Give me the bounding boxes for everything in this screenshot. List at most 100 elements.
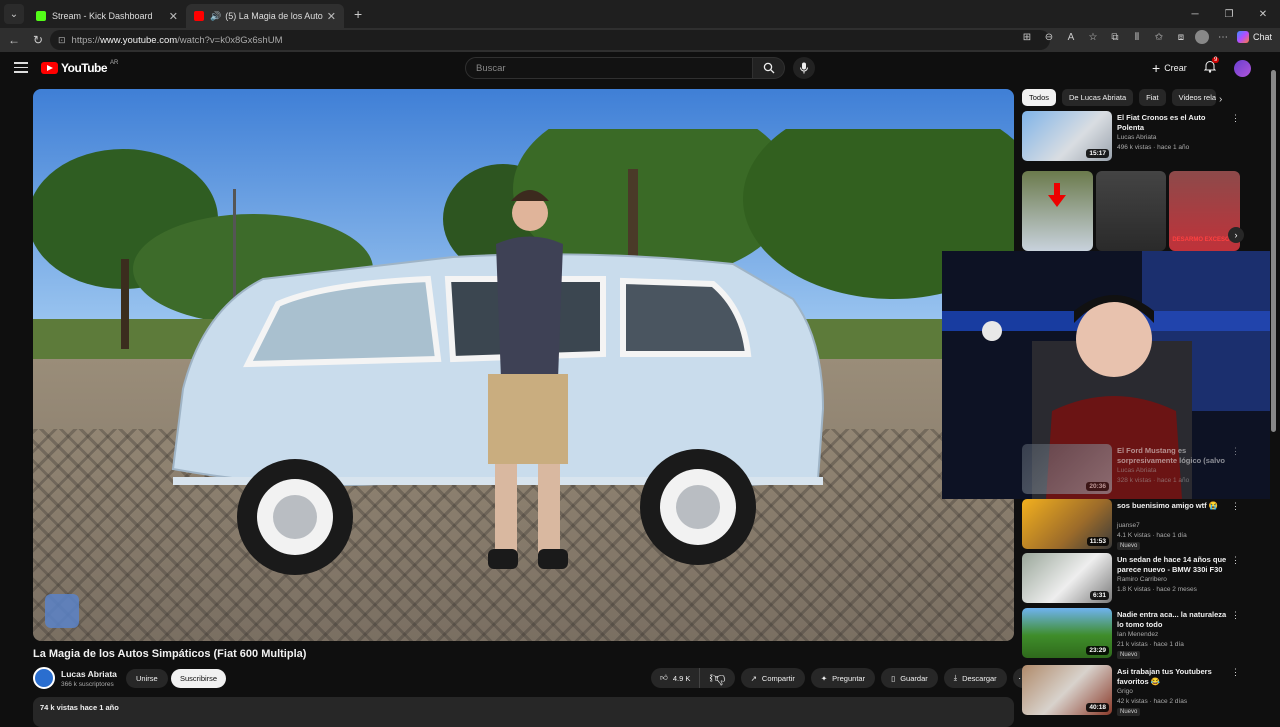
url-path: /watch?v=k0x8Gx6shUM xyxy=(177,34,283,46)
more-options-icon[interactable]: ⋯ xyxy=(1215,32,1231,43)
subscriber-count: 366 k suscriptores xyxy=(61,681,114,688)
like-button[interactable]: 👍︎ 4.9 K xyxy=(651,668,701,688)
video-thumbnail[interactable]: 15:17 xyxy=(1022,111,1112,161)
kebab-menu-icon[interactable]: ⋮ xyxy=(1231,555,1240,566)
site-info-icon[interactable]: ⊡ xyxy=(58,35,66,46)
save-button[interactable]: ▯ Guardar xyxy=(881,668,938,688)
browser-tab-youtube[interactable]: 🔊 (5) La Magia de los Autos Sim ✕ xyxy=(186,4,344,28)
list-item[interactable]: 40:18 Asi trabajan tus Youtubers favorit… xyxy=(1022,665,1244,717)
video-title: La Magia de los Autos Simpáticos (Fiat 6… xyxy=(33,648,307,660)
zoom-icon[interactable]: ⊖ xyxy=(1041,32,1057,43)
chip-from-channel[interactable]: De Lucas Abriata xyxy=(1062,89,1134,106)
short-thumbnail[interactable] xyxy=(1022,171,1093,251)
close-tab-icon[interactable]: ✕ xyxy=(169,10,178,23)
browser-tab-strip: ⌄ Stream - Kick Dashboard ✕ 🔊 (5) La Mag… xyxy=(0,0,1280,28)
channel-name[interactable]: Ramiro Carribero xyxy=(1117,576,1167,583)
new-tab-button[interactable]: + xyxy=(354,6,362,22)
create-button[interactable]: + Crear xyxy=(1152,60,1187,76)
kebab-menu-icon[interactable]: ⋮ xyxy=(1231,610,1240,621)
shorts-shelf: DESARMO EXCESO xyxy=(1022,171,1241,251)
channel-avatar[interactable] xyxy=(33,667,55,689)
video-frame xyxy=(33,89,1014,641)
video-meta: 496 k vistas · hace 1 año xyxy=(1117,144,1190,151)
video-thumbnail[interactable]: 6:31 xyxy=(1022,553,1112,603)
reload-icon[interactable]: ↻ xyxy=(26,33,50,47)
kebab-menu-icon[interactable]: ⋮ xyxy=(1231,446,1240,457)
menu-icon[interactable] xyxy=(14,62,28,76)
page-scrollbar[interactable] xyxy=(1270,56,1277,716)
browser-tab-kick[interactable]: Stream - Kick Dashboard ✕ xyxy=(28,4,186,28)
chip-fiat[interactable]: Fiat xyxy=(1139,89,1166,106)
youtube-logo[interactable]: YouTube AR xyxy=(41,60,119,75)
channel-name[interactable]: Grigo xyxy=(1117,688,1133,695)
video-thumbnail[interactable]: 11:53 xyxy=(1022,499,1112,549)
chevron-right-icon[interactable]: › xyxy=(1219,94,1222,105)
video-meta: 21 k vistas · hace 1 día xyxy=(1117,641,1184,648)
thumbs-up-icon: 👍︎ xyxy=(660,673,668,682)
view-count-date: 74 k vistas hace 1 año xyxy=(40,703,119,712)
copilot-chat-button[interactable]: Chat xyxy=(1236,31,1272,43)
channel-name[interactable]: Lucas Abriata xyxy=(1117,467,1156,474)
region-code: AR xyxy=(110,60,119,66)
chip-all[interactable]: Todos xyxy=(1022,89,1057,106)
collections-icon[interactable]: ⧈ xyxy=(1173,32,1189,43)
description-box[interactable]: 74 k vistas hace 1 año xyxy=(33,697,1014,727)
search-input[interactable]: Buscar xyxy=(465,57,753,79)
list-item[interactable]: 6:31 Un sedan de hace 14 años que parece… xyxy=(1022,553,1244,605)
scrollbar-thumb[interactable] xyxy=(1271,70,1276,432)
video-title[interactable]: Nadie entra aca... la naturaleza lo tomo… xyxy=(1117,610,1229,630)
channel-name[interactable]: Ian Menendez xyxy=(1117,631,1158,638)
kebab-menu-icon[interactable]: ⋮ xyxy=(1231,667,1240,678)
list-item[interactable]: 15:17 El Fiat Cronos es el Auto Polenta … xyxy=(1022,111,1244,163)
chip-related[interactable]: Videos rela xyxy=(1171,89,1216,106)
video-thumbnail[interactable]: 20:36 xyxy=(1022,444,1112,494)
list-item[interactable]: 23:29 Nadie entra aca... la naturaleza l… xyxy=(1022,608,1244,660)
channel-name[interactable]: Lucas Abriata xyxy=(61,669,117,679)
list-item[interactable]: 20:36 El Ford Mustang es sorpresivamente… xyxy=(1022,444,1244,496)
read-aloud-icon[interactable]: A xyxy=(1063,32,1079,43)
kebab-menu-icon[interactable]: ⋮ xyxy=(1231,501,1240,512)
video-title[interactable]: sos buenisimo amigo wtf 😭 xyxy=(1117,501,1229,511)
close-window-icon[interactable]: ✕ xyxy=(1246,0,1280,28)
tab-actions-menu-button[interactable]: ⌄ xyxy=(4,4,24,24)
list-item[interactable]: 11:53 sos buenisimo amigo wtf 😭 juanse7 … xyxy=(1022,499,1244,551)
restore-icon[interactable]: ❐ xyxy=(1212,0,1246,28)
video-title[interactable]: Asi trabajan tus Youtubers favoritos 😂 xyxy=(1117,667,1229,687)
voice-search-button[interactable] xyxy=(793,57,815,79)
search-bar: Buscar xyxy=(465,57,815,79)
notifications-button[interactable]: 9 xyxy=(1203,57,1220,78)
account-avatar[interactable] xyxy=(1234,60,1251,77)
search-button[interactable] xyxy=(753,57,785,79)
ask-button[interactable]: ✦ Preguntar xyxy=(810,668,876,688)
video-title[interactable]: El Fiat Cronos es el Auto Polenta xyxy=(1117,113,1229,133)
video-thumbnail[interactable]: 23:29 xyxy=(1022,608,1112,658)
channel-watermark[interactable] xyxy=(45,594,79,628)
video-title[interactable]: El Ford Mustang es sorpresivamente lógic… xyxy=(1117,446,1229,466)
subscribe-button[interactable]: Suscribirse xyxy=(171,669,227,688)
kebab-menu-icon[interactable]: ⋮ xyxy=(1231,113,1240,124)
browser-toolbar-icons: ⊞ ⊖ A ☆ ⧉ ⫴ ✩ ⧈ ⋯ Chat xyxy=(1019,30,1272,44)
back-arrow-icon[interactable]: ← xyxy=(2,33,26,47)
video-title[interactable]: Un sedan de hace 14 años que parece nuev… xyxy=(1117,555,1229,575)
dislike-button[interactable]: 👎︎ xyxy=(700,668,734,688)
close-tab-icon[interactable]: ✕ xyxy=(327,10,336,23)
download-button[interactable]: ⤓ Descargar xyxy=(943,668,1007,688)
video-thumbnail[interactable]: 40:18 xyxy=(1022,665,1112,715)
url-field[interactable]: ⊡ https://www.youtube.com/watch?v=k0x8Gx… xyxy=(50,30,1050,50)
channel-name[interactable]: Lucas Abriata xyxy=(1117,134,1156,141)
app-available-icon[interactable]: ⊞ xyxy=(1019,32,1035,43)
share-button[interactable]: ↗ Compartir xyxy=(740,668,805,688)
speaker-icon[interactable]: 🔊 xyxy=(210,11,221,22)
favorites-icon[interactable]: ✩ xyxy=(1151,32,1167,43)
profile-avatar[interactable] xyxy=(1194,30,1209,44)
short-thumbnail[interactable] xyxy=(1095,171,1167,251)
shorts-next-button[interactable]: › xyxy=(1228,227,1244,243)
related-filter-chips: Todos De Lucas Abriata Fiat Videos rela xyxy=(1022,89,1216,106)
video-player[interactable] xyxy=(33,89,1014,641)
split-screen-icon[interactable]: ⫴ xyxy=(1129,32,1145,43)
extensions-icon[interactable]: ⧉ xyxy=(1107,32,1123,43)
favorite-star-icon[interactable]: ☆ xyxy=(1085,32,1101,43)
channel-name[interactable]: juanse7 xyxy=(1117,522,1140,529)
join-button[interactable]: Unirse xyxy=(126,669,168,688)
minimize-icon[interactable]: ─ xyxy=(1178,0,1212,28)
